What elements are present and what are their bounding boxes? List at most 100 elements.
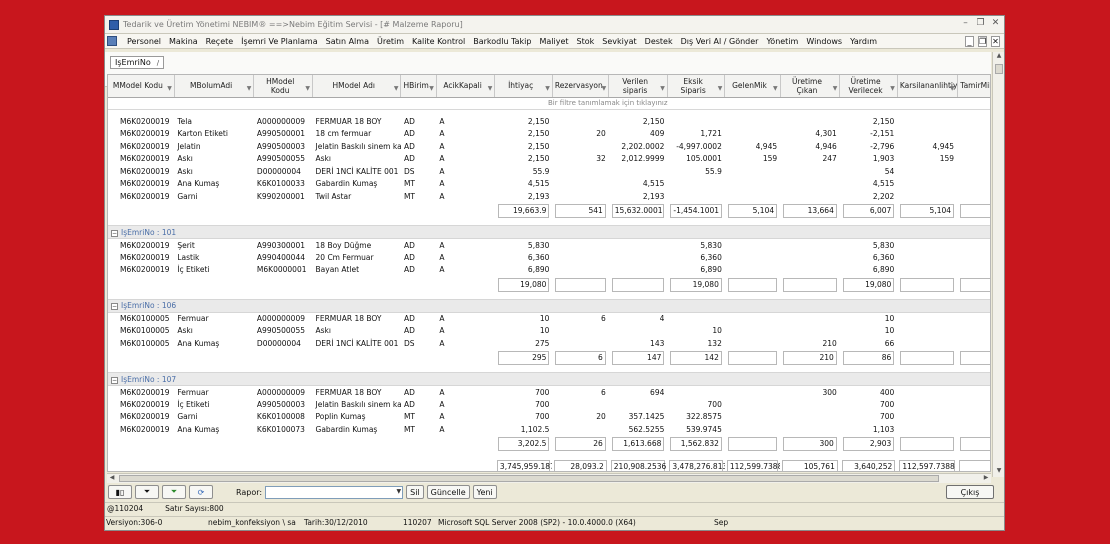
menu-stok[interactable]: Stok — [573, 37, 599, 46]
group-header[interactable]: − IşEmriNo : 106 — [108, 298, 990, 313]
sort-icon[interactable]: ▼ — [305, 84, 310, 93]
menu-maliyet[interactable]: Maliyet — [535, 37, 572, 46]
column-header[interactable]: Üretime Verilecek ▼ — [839, 75, 898, 98]
minimize-icon[interactable]: – — [961, 18, 970, 28]
table-cell: 2,193 — [527, 191, 550, 201]
menu-windows[interactable]: Windows — [802, 37, 846, 46]
vertical-scrollbar[interactable]: ▲ ▼ — [992, 52, 1004, 477]
sort-icon[interactable]: ▼ — [488, 84, 493, 93]
yeni-button[interactable]: Yeni — [472, 485, 497, 499]
sil-button[interactable]: Sil — [406, 485, 424, 499]
table-row[interactable]: M6K0200019 Jelatin A990500003 Jelatin Baskı… — [108, 140, 990, 153]
horizontal-scroll-thumb[interactable] — [119, 475, 939, 482]
table-row[interactable]: M6K0200019 Şerit A990300001 18 Boy Düğme AD A… — [108, 239, 990, 252]
menu-recete[interactable]: Reçete — [202, 37, 238, 46]
scroll-up-icon[interactable]: ▲ — [993, 52, 1004, 62]
scroll-left-icon[interactable]: ◀ — [107, 474, 117, 481]
column-header-label: AcikKapali — [443, 81, 482, 91]
menu-barkodlu-takip[interactable]: Barkodlu Takip — [469, 37, 535, 46]
sort-icon[interactable]: ▼ — [167, 84, 172, 93]
filter-hint[interactable]: Bir filtre tanımlamak için tıklayınız — [108, 97, 990, 110]
total-cell: 2,903 — [840, 436, 897, 453]
mdi-child-icon[interactable] — [107, 36, 117, 46]
column-header[interactable]: MBolumAdi ▼ — [174, 75, 255, 98]
mdi-close-icon[interactable]: ✕ — [991, 36, 1000, 47]
sort-icon[interactable]: ▼ — [660, 84, 665, 93]
group-header[interactable]: − IşEmriNo : 107 — [108, 372, 990, 386]
sort-icon[interactable]: ▼ — [950, 84, 955, 93]
column-header[interactable]: MModel Kodu ▼ — [108, 75, 175, 98]
sort-icon[interactable]: ▼ — [545, 84, 550, 93]
cikis-button[interactable]: Çıkış — [946, 485, 994, 499]
scroll-right-icon[interactable]: ▶ — [981, 474, 991, 481]
menu-makina[interactable]: Makina — [165, 37, 202, 46]
menu-uretim[interactable]: Üretim — [373, 37, 408, 46]
table-row[interactable]: M6K0200019 Karton Etiketi A990500001 18 cm … — [108, 128, 990, 141]
sort-icon[interactable]: ▼ — [890, 84, 895, 93]
table-row[interactable]: M6K0100005 Fermuar A000000009 FERMUAR 18 BO… — [108, 312, 990, 325]
menu-destek[interactable]: Destek — [641, 37, 677, 46]
table-row[interactable]: M6K0200019 Fermuar A000000009 FERMUAR 18 BO… — [108, 386, 990, 399]
guncelle-button[interactable]: Güncelle — [426, 485, 470, 499]
column-header[interactable]: GelenMik ▼ — [724, 75, 781, 98]
rapor-select[interactable]: ▼ — [265, 485, 404, 499]
vertical-scroll-thumb[interactable] — [995, 64, 1003, 74]
column-header[interactable]: HModel Kodu ▼ — [253, 75, 314, 98]
column-header[interactable]: İhtiyaç ▼ — [494, 75, 553, 98]
scroll-down-icon[interactable]: ▼ — [993, 467, 1004, 477]
menu-sevkiyat[interactable]: Sevkiyat — [598, 37, 640, 46]
column-header[interactable]: AcikKapali ▼ — [436, 75, 496, 98]
table-row[interactable]: M6K0200019 Askı A990500055 Askı AD A 2,150 32 2,… — [108, 153, 990, 166]
sort-icon[interactable]: ▼ — [247, 84, 252, 93]
menu-yardim[interactable]: Yardım — [846, 37, 881, 46]
sort-icon[interactable]: ▼ — [833, 84, 838, 93]
refresh-icon[interactable]: ⟳ — [189, 485, 213, 499]
table-row[interactable]: M6K0200019 Lastik A990400044 20 Cm Fermuar A… — [108, 251, 990, 264]
table-row[interactable]: M6K0200019 Ana Kumaş K6K0100073 Gabardin Ku… — [108, 423, 990, 436]
column-header[interactable]: Üretime Çıkan ▼ — [780, 75, 841, 98]
sort-icon[interactable]: ▼ — [394, 84, 399, 93]
column-header[interactable]: Rezervasyon ▼ — [552, 75, 610, 98]
table-row[interactable]: M6K0200019 İç Etiketi A990500003 Jelatin Ba… — [108, 398, 990, 411]
horizontal-scrollbar[interactable]: ◀ ▶ — [107, 473, 991, 483]
collapse-icon[interactable]: − — [111, 303, 118, 310]
table-row[interactable]: M6K0200019 Garni K990200001 Twil Astar MT A 2,… — [108, 190, 990, 203]
column-header[interactable]: TamirMiktar▼ — [957, 75, 990, 98]
menu-personel[interactable]: Personel — [123, 37, 165, 46]
table-row[interactable]: M6K0200019 Garni K6K0100008 Poplin Kumaş MT A… — [108, 411, 990, 424]
column-header[interactable]: HModel Adı ▼ — [312, 75, 402, 98]
menu-isemri[interactable]: İşemri Ve Planlama — [237, 37, 321, 46]
sort-icon[interactable]: ▼ — [773, 84, 778, 93]
group-header[interactable]: − IşEmriNo : 101 — [108, 225, 990, 239]
mdi-restore-icon[interactable]: ❐ — [978, 36, 987, 47]
column-header[interactable]: Eksik Siparis ▼ — [667, 75, 726, 98]
menu-kalite-kontrol[interactable]: Kalite Kontrol — [408, 37, 469, 46]
menu-yonetim[interactable]: Yönetim — [762, 37, 802, 46]
collapse-icon[interactable]: − — [111, 229, 118, 237]
mdi-minimize-icon[interactable]: _ — [965, 36, 974, 47]
column-header[interactable]: HBirim ▼ — [400, 75, 437, 98]
menu-dis-veri[interactable]: Dış Veri Al / Gönder — [677, 37, 763, 46]
close-icon[interactable]: ✕ — [991, 18, 1000, 28]
group-by-chip[interactable]: IşEmriNo / — [110, 56, 165, 69]
sort-icon[interactable]: ▼ — [429, 84, 434, 93]
filter-icon[interactable]: ⏷ — [135, 485, 159, 499]
table-row[interactable]: M6K0200019 İç Etiketi M6K0000001 Bayan Atle… — [108, 264, 990, 277]
menu-satin-alma[interactable]: Satın Alma — [322, 37, 373, 46]
table-row[interactable]: M6K0200019 Askı D00000004 DERİ 1NCİ KALİTE … — [108, 165, 990, 178]
table-row[interactable]: M6K0200019 Tela A000000009 FERMUAR 18 BOY AD… — [108, 115, 990, 128]
chevron-down-icon[interactable]: ▼ — [396, 488, 401, 495]
restore-icon[interactable]: ❐ — [976, 18, 985, 28]
table-row[interactable]: M6K0100005 Ana Kumaş D00000004 DERİ 1NCİ KA… — [108, 337, 990, 350]
table-cell: 300 — [822, 387, 837, 397]
sort-icon[interactable]: ▼ — [602, 84, 607, 93]
column-header-label: HModel Kodu — [266, 76, 295, 95]
column-header[interactable]: Verilen siparis ▼ — [608, 75, 668, 98]
column-header[interactable]: Karsilananlihtiyac▼ — [897, 75, 958, 98]
table-row[interactable]: M6K0200019 Ana Kumaş K6K0100033 Gabardin Ku… — [108, 178, 990, 191]
collapse-icon[interactable]: − — [111, 376, 118, 384]
sort-icon[interactable]: ▼ — [718, 84, 723, 93]
report-design-icon[interactable]: ▮▯ — [108, 485, 132, 499]
table-row[interactable]: M6K0100005 Askı A990500055 Askı AD A 10 10 10 — [108, 325, 990, 338]
apply-filter-icon[interactable]: ⏷ — [162, 485, 186, 499]
